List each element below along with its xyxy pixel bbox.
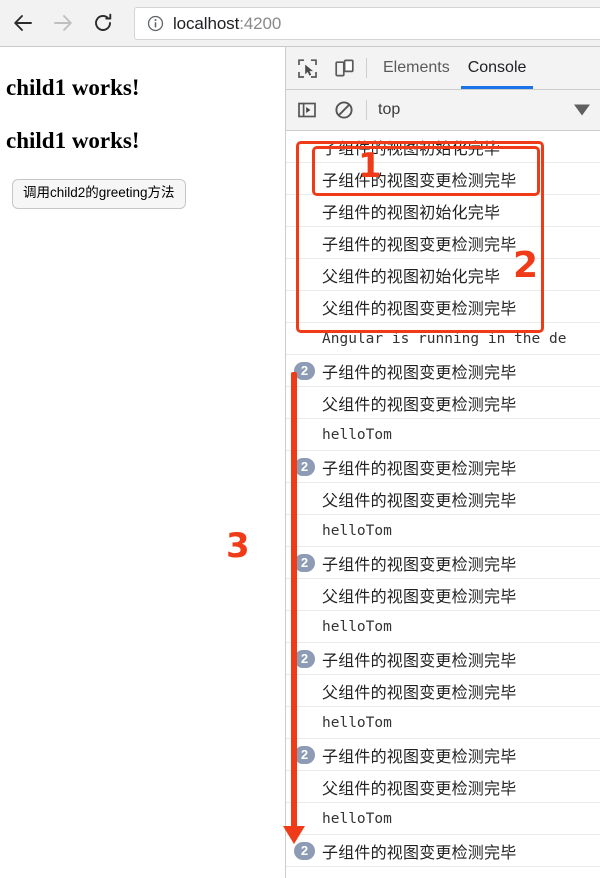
tab-console[interactable]: Console	[459, 47, 536, 89]
reload-icon	[95, 13, 112, 31]
forward-button[interactable]	[46, 6, 80, 40]
child1-heading-2: child1 works!	[6, 128, 140, 153]
console-log-text: 子组件的视图变更检测完毕	[322, 844, 517, 862]
chevron-down-icon[interactable]	[574, 104, 590, 116]
console-log-text: 父组件的视图变更检测完毕	[322, 396, 517, 414]
log-repeat-count-badge: 2	[294, 457, 315, 476]
console-sidebar-icon	[298, 102, 316, 118]
info-circle-icon[interactable]	[147, 15, 164, 32]
console-log-row[interactable]: helloTom	[286, 419, 600, 451]
log-repeat-count-badge: 2	[294, 841, 315, 860]
console-log-row[interactable]: 子组件的视图初始化完毕	[286, 195, 600, 227]
console-log-row[interactable]: 子组件的视图变更检测完毕	[286, 163, 600, 195]
console-log-list[interactable]: 子组件的视图初始化完毕 子组件的视图变更检测完毕 子组件的视图初始化完毕 子组件的视图…	[286, 131, 600, 878]
child1-heading-1: child1 works!	[6, 75, 140, 100]
url-host: localhost	[173, 13, 240, 33]
console-log-row[interactable]: 父组件的视图变更检测完毕	[286, 483, 600, 515]
console-log-text: Angular is running in the de	[322, 330, 567, 347]
console-log-text: 子组件的视图变更检测完毕	[322, 556, 517, 574]
console-log-text: 子组件的视图初始化完毕	[322, 204, 501, 222]
console-log-row[interactable]: 父组件的视图变更检测完毕	[286, 387, 600, 419]
log-repeat-count-badge: 2	[294, 361, 315, 380]
console-log-text: 父组件的视图变更检测完毕	[322, 780, 517, 798]
log-repeat-count-badge: 2	[294, 649, 315, 668]
console-log-row[interactable]: 父组件的视图变更检测完毕	[286, 771, 600, 803]
execution-context-select[interactable]: top	[378, 101, 400, 119]
page-viewport: child1 works! child1 works! 调用child2的gre…	[0, 47, 285, 878]
console-log-text: 子组件的视图初始化完毕	[322, 140, 501, 158]
console-log-text: 父组件的视图变更检测完毕	[322, 588, 517, 606]
console-log-row[interactable]: helloTom	[286, 803, 600, 835]
console-log-text: helloTom	[322, 618, 392, 635]
log-repeat-count-badge: 2	[294, 553, 315, 572]
address-bar[interactable]: localhost:4200	[134, 7, 600, 40]
console-log-text: helloTom	[322, 714, 392, 731]
forward-arrow-icon	[54, 15, 72, 31]
back-arrow-icon	[14, 15, 32, 31]
log-repeat-count-badge: 2	[294, 745, 315, 764]
console-log-text: 子组件的视图变更检测完毕	[322, 652, 517, 670]
console-log-text: 父组件的视图变更检测完毕	[322, 300, 517, 318]
url-text: localhost:4200	[173, 14, 281, 34]
inspect-element-button[interactable]	[291, 52, 323, 84]
console-log-text: helloTom	[322, 522, 392, 539]
console-log-row[interactable]: 2 子组件的视图变更检测完毕	[286, 547, 600, 579]
clear-console-button[interactable]	[328, 94, 360, 126]
devtools-panel: Elements Console top 子组件的视图初始化完毕 子组件的视图变…	[285, 47, 600, 878]
console-log-text: 子组件的视图变更检测完毕	[322, 460, 517, 478]
console-log-row[interactable]: 2 子组件的视图变更检测完毕	[286, 643, 600, 675]
console-log-text: 子组件的视图变更检测完毕	[322, 748, 517, 766]
console-log-row[interactable]: 子组件的视图变更检测完毕	[286, 227, 600, 259]
console-sidebar-button[interactable]	[291, 94, 323, 126]
console-filter-bar: top	[286, 90, 600, 131]
url-port: :4200	[239, 13, 282, 33]
filterbar-divider	[366, 100, 367, 120]
console-log-text: 子组件的视图变更检测完毕	[322, 236, 517, 254]
console-log-row[interactable]: 2 子组件的视图变更检测完毕	[286, 451, 600, 483]
console-log-row[interactable]: 父组件的视图变更检测完毕	[286, 675, 600, 707]
console-log-row[interactable]: 父组件的视图变更检测完毕	[286, 291, 600, 323]
clear-console-icon	[335, 101, 353, 119]
console-log-text: 父组件的视图初始化完毕	[322, 268, 501, 286]
console-log-text: 子组件的视图变更检测完毕	[322, 364, 517, 382]
devtools-toolbar: Elements Console	[286, 47, 600, 90]
back-button[interactable]	[6, 6, 40, 40]
console-log-text: helloTom	[322, 810, 392, 827]
console-log-row[interactable]: 2 子组件的视图变更检测完毕	[286, 835, 600, 867]
console-log-row[interactable]: Angular is running in the de	[286, 323, 600, 355]
device-toolbar-button[interactable]	[328, 52, 360, 84]
console-log-row[interactable]: 2 子组件的视图变更检测完毕	[286, 355, 600, 387]
console-log-row[interactable]: helloTom	[286, 611, 600, 643]
console-log-row[interactable]: helloTom	[286, 515, 600, 547]
console-log-row[interactable]: 子组件的视图初始化完毕	[286, 131, 600, 163]
device-toolbar-icon	[334, 59, 354, 76]
console-log-text: helloTom	[322, 426, 392, 443]
screenshot-root: localhost:4200 child1 works! child1 work…	[0, 0, 600, 878]
console-log-text: 子组件的视图变更检测完毕	[322, 172, 517, 190]
reload-button[interactable]	[86, 6, 120, 40]
toolbar-divider	[366, 58, 367, 78]
tab-elements[interactable]: Elements	[374, 47, 459, 89]
call-child2-greeting-button[interactable]: 调用child2的greeting方法	[12, 179, 186, 210]
console-log-row[interactable]: helloTom	[286, 707, 600, 739]
console-log-text: 父组件的视图变更检测完毕	[322, 492, 517, 510]
browser-toolbar: localhost:4200	[0, 0, 600, 47]
console-log-row[interactable]: 2 子组件的视图变更检测完毕	[286, 739, 600, 771]
console-log-row[interactable]: 父组件的视图初始化完毕	[286, 259, 600, 291]
console-log-row[interactable]: 父组件的视图变更检测完毕	[286, 579, 600, 611]
inspect-element-icon	[297, 58, 317, 78]
console-log-text: 父组件的视图变更检测完毕	[322, 684, 517, 702]
